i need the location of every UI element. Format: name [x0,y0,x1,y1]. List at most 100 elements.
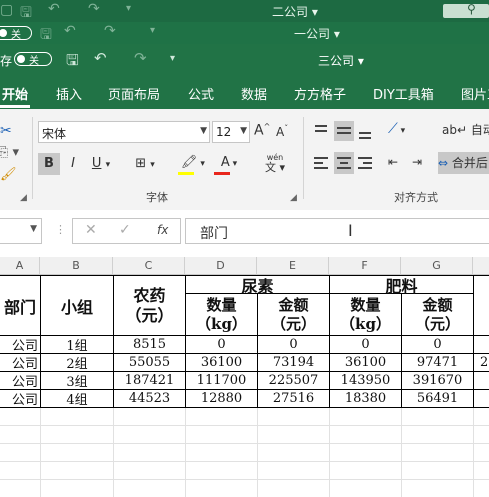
font-size-select[interactable]: 12 ▼ [212,121,250,143]
decrease-indent-icon[interactable]: ⇤ [388,155,398,169]
cell-urea-amt[interactable]: 27516 [258,390,329,407]
header-cell-fert-amt[interactable]: 金额 （元） [402,294,473,335]
tab-formulas[interactable]: 公式 [188,84,214,103]
phonetic-button[interactable]: wén 文 ▾ [258,153,292,175]
redo-icon[interactable]: ↷ [134,49,147,67]
align-middle-button[interactable] [334,121,354,141]
cell-pesticide[interactable]: 8515 [114,336,185,353]
cell-fert-amt[interactable]: 391670 [402,372,473,389]
tab-diy-toolbox[interactable]: DIY工具箱 [373,84,434,103]
italic-button[interactable]: I [64,153,82,175]
cell-pesticide[interactable]: 187421 [114,372,185,389]
align-top-button[interactable] [314,123,330,139]
cell-urea-amt[interactable]: 225507 [258,372,329,389]
font-color-button[interactable]: A ▾ [214,153,244,175]
cell-fert-amt[interactable]: 56491 [402,390,473,407]
cell-fert-qty[interactable]: 143950 [330,372,401,389]
align-bottom-button[interactable] [358,123,374,139]
column-header-a[interactable]: A [0,257,40,275]
format-painter-icon[interactable]: ✂ [0,123,12,139]
customize-qat-icon[interactable]: ▾ [150,25,155,36]
tab-home[interactable]: 开始 [2,84,28,103]
header-cell-pesticide[interactable]: 农药 （元） [114,276,185,335]
merge-center-button[interactable]: ⇔ 合并后 [438,152,489,174]
borders-button[interactable]: ⊞ ▾ [130,153,160,175]
undo-icon[interactable]: ↶ [64,23,76,39]
cell-pesticide[interactable]: 44523 [114,390,185,407]
align-right-button[interactable] [358,155,374,171]
redo-icon[interactable]: ↷ [104,23,116,39]
cell-group[interactable]: 4组 [41,390,113,408]
cancel-icon[interactable]: ✕ [85,222,97,238]
cell-pesticide[interactable]: 55055 [114,354,185,371]
header-cell-fert-qty[interactable]: 数量 （kg） [330,294,401,335]
cell-fert-qty[interactable]: 0 [330,336,401,353]
name-box[interactable]: ▼ [0,218,42,244]
enter-icon[interactable]: ✓ [119,222,131,238]
decrease-font-icon[interactable]: Aˇ [276,124,288,139]
column-header-c[interactable]: C [113,257,185,275]
header-cell-group[interactable]: 小组 [41,276,113,335]
autosave-toggle[interactable]: 关 [0,26,32,41]
cell-fert-qty[interactable]: 36100 [330,354,401,371]
header-cell-urea-amt[interactable]: 金额 （元） [258,294,329,335]
redo-icon[interactable]: ↷ [88,1,100,17]
tab-fangfanggezi[interactable]: 方方格子 [294,84,346,103]
tab-insert[interactable]: 插入 [56,84,82,103]
clipboard-launcher-icon[interactable]: ◢ [20,193,27,203]
spreadsheet-grid[interactable]: A B C D E F G 部门 小组 农药 （元） 尿素 肥料 数量 （kg） … [0,257,489,497]
save-icon[interactable]: 🖫 [66,50,79,75]
customize-qat-icon[interactable]: ▾ [170,53,175,64]
header-cell-dept[interactable]: 部门 [0,276,40,335]
wrap-text-button[interactable]: ab↵ 自动换 [442,121,489,138]
copy-icon[interactable]: ⎘ ▾ [0,145,19,160]
search-box[interactable]: ⚲ [443,2,489,18]
increase-indent-icon[interactable]: ⇥ [412,155,422,169]
cell-dept[interactable]: 公司 [0,372,40,390]
increase-font-icon[interactable]: A^ [254,122,270,139]
cell-urea-qty[interactable]: 0 [186,336,257,353]
cell-urea-qty[interactable]: 111700 [186,372,257,389]
cell-fert-amt[interactable]: 97471 [402,354,473,371]
insert-function-icon[interactable]: fx [157,223,168,237]
header-cell-urea-qty[interactable]: 数量 （kg） [186,294,257,335]
cell-urea-qty[interactable]: 12880 [186,390,257,407]
save-icon[interactable]: ▢ [0,2,13,18]
underline-button[interactable]: U ▾ [86,153,116,175]
undo-icon[interactable]: ↶ [48,1,60,17]
cell-urea-qty[interactable]: 36100 [186,354,257,371]
formula-input[interactable]: 部门 I [185,218,489,244]
cell-dept[interactable]: 公司 [0,336,40,354]
tab-picture-tools[interactable]: 图片工 [461,84,489,103]
paste-options-icon[interactable]: 🖌 [0,167,17,182]
cell-fert-qty[interactable]: 18380 [330,390,401,407]
column-header-h[interactable] [473,257,489,275]
cell-dept[interactable]: 公司 [0,390,40,408]
cell-urea-amt[interactable]: 73194 [258,354,329,371]
font-launcher-icon[interactable]: ◢ [290,193,297,203]
undo-icon[interactable]: ↶ [94,49,107,67]
tab-data[interactable]: 数据 [241,84,267,103]
orientation-button[interactable]: ⟋ ▾ [388,121,405,137]
column-header-b[interactable]: B [40,257,113,275]
tab-page-layout[interactable]: 页面布局 [108,84,160,103]
align-left-button[interactable] [314,155,330,171]
bold-button[interactable]: B [38,153,60,175]
header-cell-urea[interactable]: 尿素 [186,276,329,296]
cell-group[interactable]: 3组 [41,372,113,390]
cell-dept[interactable]: 公司 [0,354,40,372]
cell-group[interactable]: 2组 [41,354,113,372]
cell-extra[interactable] [474,372,489,389]
cell-extra[interactable]: 2 [474,354,489,371]
cell-extra[interactable] [474,336,489,353]
drag-handle-icon[interactable]: ⋮ [55,223,66,236]
cell-extra[interactable] [474,390,489,407]
fill-color-button[interactable]: 🖍 ▾ [176,153,210,175]
font-name-select[interactable]: 宋体 ▼ [38,121,210,143]
customize-qat-icon[interactable]: ▾ [126,3,131,14]
header-cell-fertilizer[interactable]: 肥料 [330,276,473,296]
align-center-button[interactable] [334,152,354,174]
cell-group[interactable]: 1组 [41,336,113,354]
cell-urea-amt[interactable]: 0 [258,336,329,353]
autosave-toggle[interactable]: 关 [14,52,52,67]
